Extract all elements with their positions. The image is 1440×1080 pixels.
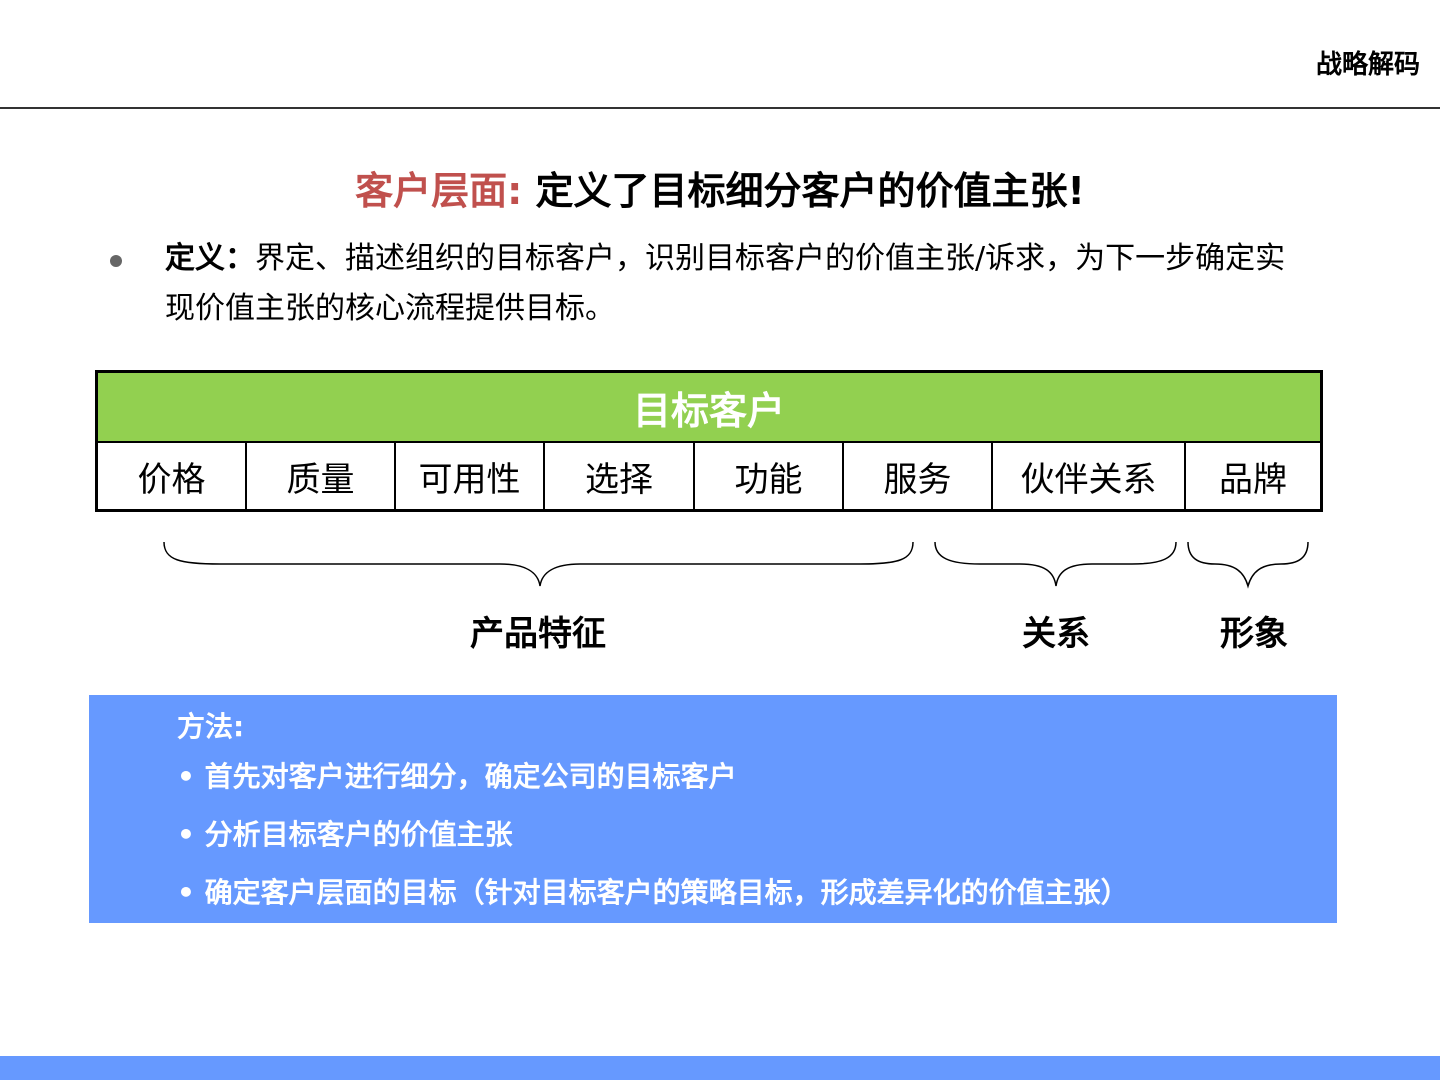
brace-relation <box>934 541 1177 587</box>
table-cell-partnership: 伙伴关系 <box>993 443 1186 509</box>
header-brand: 战略解码 <box>1315 50 1420 80</box>
slide-title: 客户层面: 定义了目标细分客户的价值主张! <box>0 160 1440 215</box>
footer-bar <box>0 1056 1440 1080</box>
table-cell-function: 功能 <box>695 443 844 509</box>
title-main: 定义了目标细分客户的价值主张! <box>522 169 1085 213</box>
table-cell-selection: 选择 <box>545 443 695 509</box>
table-row: 价格 质量 可用性 选择 功能 服务 伙伴关系 品牌 <box>98 443 1320 509</box>
method-box: 方法: • 首先对客户进行细分，确定公司的目标客户 • 分析目标客户的价值主张 … <box>89 695 1337 923</box>
group-label-relation: 关系 <box>1022 614 1090 654</box>
table-cell-price: 价格 <box>98 443 247 509</box>
brace-image <box>1187 541 1309 589</box>
group-label-product: 产品特征 <box>470 614 606 654</box>
definition-label: 定义： <box>165 241 255 276</box>
method-item: • 分析目标客户的价值主张 <box>177 818 513 851</box>
definition-paragraph: 定义：界定、描述组织的目标客户，识别目标客户的价值主张/诉求，为下一步确定实现价… <box>110 234 1310 334</box>
method-item: • 首先对客户进行细分，确定公司的目标客户 <box>177 760 737 793</box>
table-cell-quality: 质量 <box>247 443 396 509</box>
method-item: • 确定客户层面的目标（针对目标客户的策略目标，形成差异化的价值主张） <box>177 876 1129 909</box>
table-cell-availability: 可用性 <box>396 443 545 509</box>
target-customer-table: 目标客户 价格 质量 可用性 选择 功能 服务 伙伴关系 品牌 <box>95 370 1323 512</box>
bullet-dot <box>110 255 122 267</box>
table-header: 目标客户 <box>98 373 1320 443</box>
title-prefix: 客户层面: <box>355 169 523 213</box>
method-title: 方法: <box>177 710 245 743</box>
group-label-image: 形象 <box>1220 614 1288 654</box>
grouping-braces <box>163 541 1309 589</box>
brace-product <box>163 541 914 587</box>
definition-text: 定义：界定、描述组织的目标客户，识别目标客户的价值主张/诉求，为下一步确定实现价… <box>165 234 1310 334</box>
definition-body: 界定、描述组织的目标客户，识别目标客户的价值主张/诉求，为下一步确定实现价值主张… <box>165 241 1286 326</box>
header-divider <box>0 107 1440 109</box>
table-cell-brand: 品牌 <box>1219 459 1287 500</box>
table-cell-service: 服务 <box>844 443 993 509</box>
